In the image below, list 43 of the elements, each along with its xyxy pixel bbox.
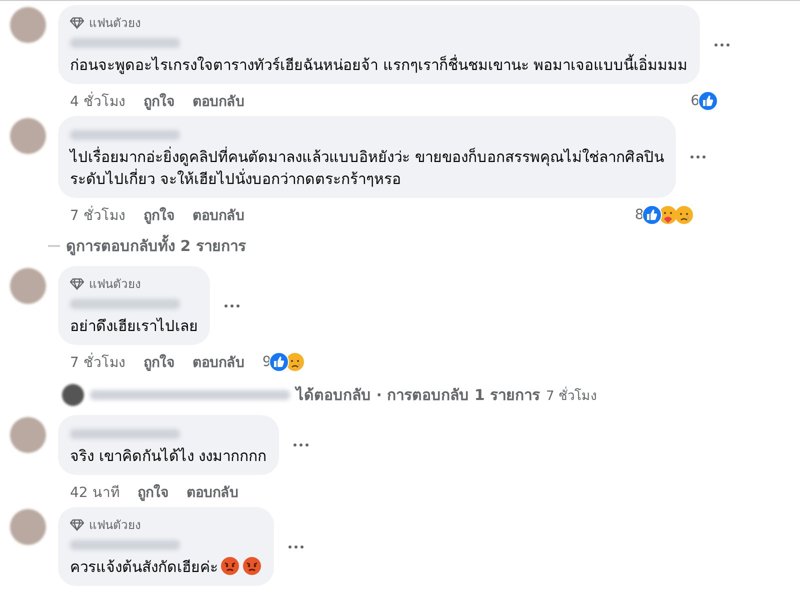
- fan-label: แฟนตัวยง: [89, 517, 141, 534]
- comment-action-link[interactable]: ตอบกลับ: [192, 90, 244, 112]
- reply-summary-link[interactable]: ได้ตอบกลับ · การตอบกลับ 1 รายการ: [296, 383, 540, 407]
- angry-face-icon: [242, 556, 262, 576]
- comment-time[interactable]: 7 ชั่วโมง: [70, 204, 126, 226]
- more-options-icon[interactable]: [690, 155, 706, 159]
- diamond-icon: [70, 16, 84, 28]
- avatar[interactable]: [62, 384, 84, 406]
- comment-action-link[interactable]: ถูกใจ: [143, 204, 174, 226]
- fan-label: แฟนตัวยง: [89, 15, 141, 32]
- sad-face-icon[interactable]: [674, 205, 694, 225]
- more-options-icon[interactable]: [714, 42, 730, 46]
- fan-label: แฟนตัวยง: [89, 276, 141, 293]
- sad-face-icon[interactable]: [285, 352, 306, 372]
- thumbs-up-icon[interactable]: [642, 205, 662, 225]
- comment-action-link[interactable]: ตอบกลับ: [186, 481, 238, 503]
- hug-face-icon[interactable]: [658, 205, 678, 225]
- more-options-icon[interactable]: [292, 443, 309, 447]
- comment-text: ควรแจ้งต้นสังกัดเฮียค่ะ: [70, 558, 218, 576]
- comment-action-link[interactable]: ตอบกลับ: [192, 204, 244, 226]
- comment-text: ไปเรื่อยมากอ่ะยิ่งดูคลิปที่คนตัดมาลงแล้วแบบอิหยังว่ะ ขายของก็บอกสรรพคุณไม่ใช่ลากศิลปิน: [70, 146, 664, 168]
- comment-text: อย่าดึงเฮียเราไปเลย: [70, 317, 198, 335]
- comment-text: ระดับไปเกี่ยว จะให้เฮียไปนั่งบอกว่ากดตระกร้าๆหรอ: [70, 170, 401, 188]
- comment-text: จริง เขาคิดกันได้ไง งงมากกกก: [70, 447, 267, 465]
- comment-text: ก่อนจะพูดอะไรเกรงใจตารางทัวร์เฮียฉันหน่อยจ้า แรกๆเราก็ชื่นชมเขานะ พอมาเจอแบบนี้เอิ่มมมม: [70, 56, 688, 74]
- comment-time[interactable]: 7 ชั่วโมง: [70, 351, 126, 373]
- reaction-count[interactable]: 6: [690, 93, 700, 109]
- reaction-count[interactable]: 8: [634, 207, 644, 223]
- comment-action-link[interactable]: ตอบกลับ: [192, 351, 244, 373]
- more-options-icon[interactable]: [224, 304, 240, 308]
- comment-time[interactable]: 42 นาที: [70, 481, 120, 503]
- angry-face-icon: [220, 556, 240, 576]
- thumbs-up-icon[interactable]: [698, 91, 718, 111]
- view-replies-link[interactable]: ดูการตอบกลับทั้ง 2 รายการ: [66, 234, 246, 258]
- comment-action-link[interactable]: ถูกใจ: [143, 351, 174, 373]
- comment-action-link[interactable]: ถูกใจ: [137, 481, 168, 503]
- reply-time: 7 ชั่วโมง: [546, 386, 596, 406]
- comment-time[interactable]: 4 ชั่วโมง: [70, 90, 126, 112]
- comment-action-link[interactable]: ถูกใจ: [143, 90, 174, 112]
- diamond-icon: [70, 518, 84, 530]
- diamond-icon: [70, 278, 84, 290]
- more-options-icon[interactable]: [288, 544, 304, 548]
- thumbs-up-icon[interactable]: [269, 352, 290, 372]
